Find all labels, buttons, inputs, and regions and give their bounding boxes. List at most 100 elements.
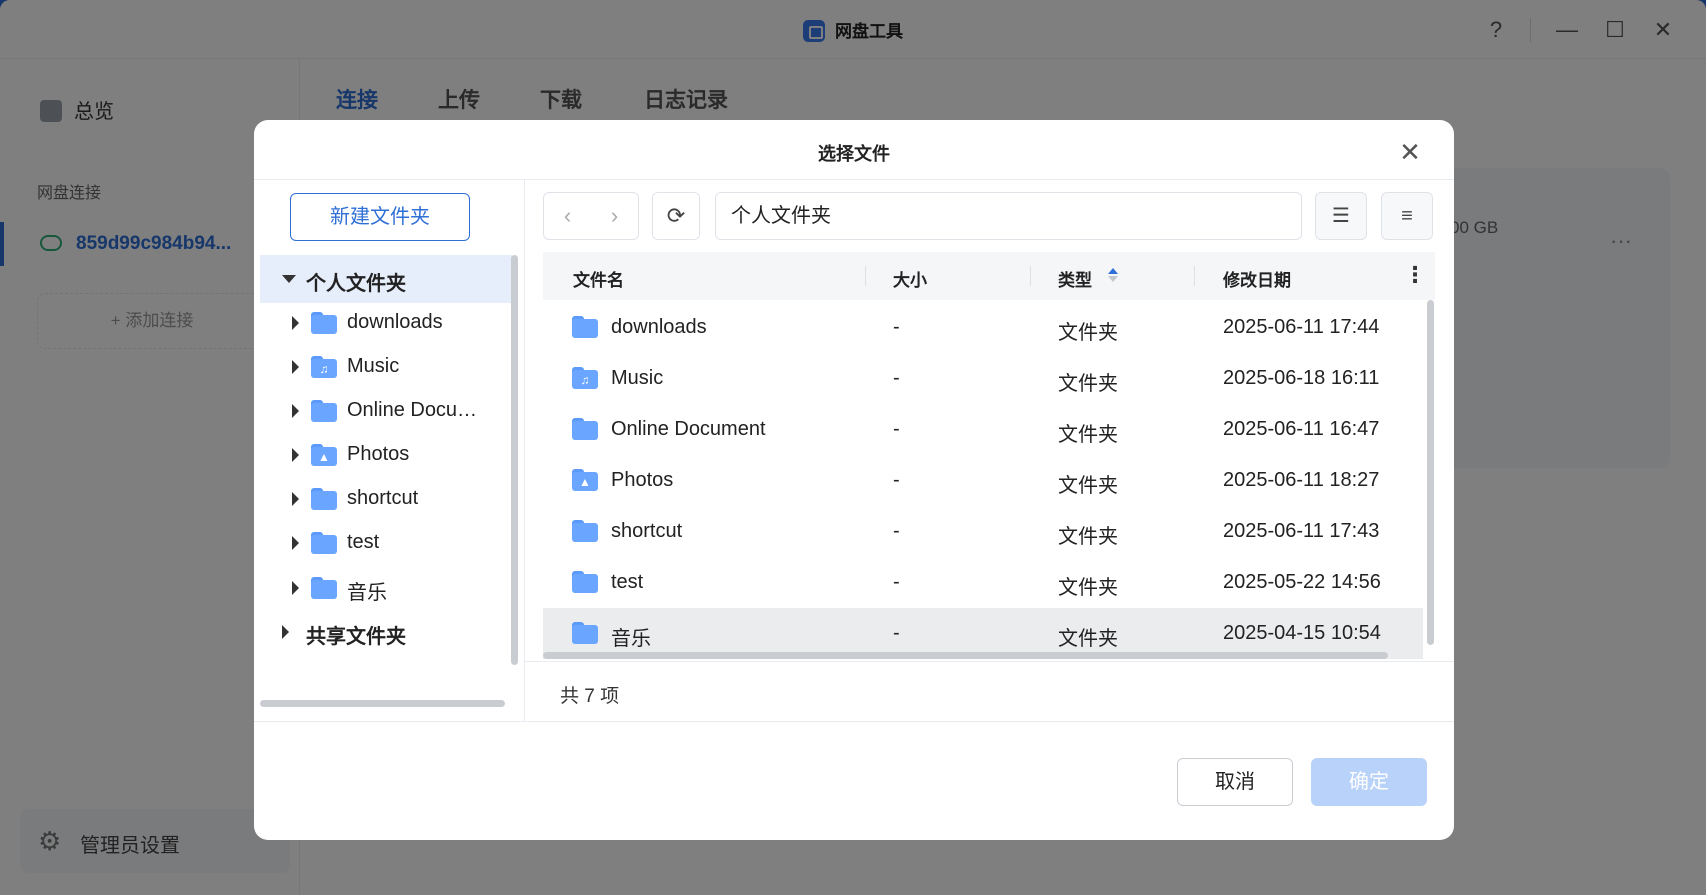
file-type: 文件夹 (1058, 526, 1118, 548)
music-folder-icon: ♫ (311, 356, 337, 378)
file-type: 文件夹 (1058, 577, 1118, 599)
file-size: - (893, 622, 900, 644)
tree-item-label: 共享文件夹 (306, 626, 406, 648)
folder-icon (311, 488, 337, 510)
chevron-right-icon[interactable] (292, 581, 299, 595)
tree-item-label: downloads (347, 311, 443, 333)
file-name: downloads (611, 316, 707, 338)
file-modified: 2025-04-15 10:54 (1223, 622, 1381, 644)
file-name: 音乐 (611, 628, 651, 650)
column-divider[interactable] (865, 266, 866, 286)
refresh-button[interactable]: ⟳ (652, 192, 700, 240)
back-button[interactable]: ‹ (544, 193, 591, 239)
tree-horizontal-scrollbar[interactable] (260, 700, 505, 707)
column-type[interactable]: 类型 (1058, 266, 1092, 291)
file-modified: 2025-06-11 17:44 (1223, 316, 1380, 338)
file-type: 文件夹 (1058, 373, 1118, 395)
table-row[interactable]: shortcut - 文件夹 2025-06-11 17:43 (543, 506, 1423, 557)
file-modified: 2025-06-11 18:27 (1223, 469, 1380, 491)
tree-item-music-cn[interactable]: 音乐 (260, 564, 512, 612)
column-divider[interactable] (1030, 266, 1031, 286)
chevron-right-icon[interactable] (292, 316, 299, 330)
dialog-title: 选择文件 (818, 144, 890, 164)
file-modified: 2025-06-11 16:47 (1223, 418, 1380, 440)
divider (254, 721, 1454, 722)
close-dialog-button[interactable]: ✕ (1394, 137, 1426, 169)
column-divider[interactable] (1194, 266, 1195, 286)
tree-vertical-scrollbar[interactable] (511, 255, 518, 665)
list-horizontal-scrollbar[interactable] (543, 652, 1388, 659)
folder-icon (572, 622, 598, 644)
folder-icon (311, 400, 337, 422)
tree-item-shortcut[interactable]: shortcut (260, 475, 512, 523)
tree-item-label: 音乐 (347, 582, 387, 604)
tree-item-label: shortcut (347, 487, 419, 509)
history-nav: ‹ › (543, 192, 639, 240)
file-size: - (893, 520, 900, 542)
chevron-right-icon[interactable] (292, 404, 299, 418)
tree-item-test[interactable]: test (260, 519, 512, 567)
column-size[interactable]: 大小 (893, 266, 927, 291)
select-file-dialog: 选择文件 ✕ 新建文件夹 个人文件夹 downloads ♫ Music Onl… (254, 120, 1454, 840)
chevron-right-icon[interactable] (282, 625, 289, 639)
chevron-down-icon[interactable] (282, 275, 296, 283)
folder-icon (572, 316, 598, 338)
new-folder-button[interactable]: 新建文件夹 (290, 193, 470, 241)
music-folder-icon: ♫ (572, 367, 598, 389)
file-size: - (893, 469, 900, 491)
folder-icon (311, 577, 337, 599)
cancel-button[interactable]: 取消 (1177, 758, 1293, 806)
tree-item-label: Online Docu… (347, 399, 478, 421)
file-size: - (893, 367, 900, 389)
file-size: - (893, 316, 900, 338)
status-bar: 共 7 项 (525, 661, 1454, 721)
list-view-button[interactable]: ☰ (1315, 192, 1367, 240)
column-name[interactable]: 文件名 (573, 266, 624, 291)
file-name: Photos (611, 469, 674, 491)
chevron-right-icon[interactable] (292, 448, 299, 462)
file-name: shortcut (611, 520, 683, 542)
forward-button[interactable]: › (591, 193, 638, 239)
table-row[interactable]: downloads - 文件夹 2025-06-11 17:44 (543, 302, 1423, 353)
file-modified: 2025-05-22 14:56 (1223, 571, 1381, 593)
list-vertical-scrollbar[interactable] (1427, 300, 1434, 645)
tree-item-personal[interactable]: 个人文件夹 (260, 255, 512, 303)
tree-item-online-document[interactable]: Online Docu… (260, 387, 512, 435)
table-header: 文件名 大小 类型 修改日期 ⋮ (543, 252, 1435, 300)
path-field[interactable]: 个人文件夹 (715, 192, 1302, 240)
sort-button[interactable]: ≡ (1381, 192, 1433, 240)
file-type: 文件夹 (1058, 424, 1118, 446)
chevron-right-icon[interactable] (292, 360, 299, 374)
folder-icon (572, 418, 598, 440)
tree-item-label: 个人文件夹 (306, 273, 406, 295)
table-row[interactable]: ♫ Music - 文件夹 2025-06-18 16:11 (543, 353, 1423, 404)
tree-item-photos[interactable]: ▲ Photos (260, 431, 512, 479)
file-name: Online Document (611, 418, 766, 440)
file-modified: 2025-06-11 17:43 (1223, 520, 1380, 542)
folder-tree-pane: 新建文件夹 个人文件夹 downloads ♫ Music Online Doc… (254, 180, 525, 721)
table-row[interactable]: ▲ Photos - 文件夹 2025-06-11 18:27 (543, 455, 1423, 506)
file-name: Music (611, 367, 664, 389)
sort-ascending-icon[interactable] (1107, 266, 1119, 284)
confirm-button[interactable]: 确定 (1311, 758, 1427, 806)
folder-icon (572, 571, 598, 593)
chevron-right-icon[interactable] (292, 536, 299, 550)
table-row[interactable]: Online Document - 文件夹 2025-06-11 16:47 (543, 404, 1423, 455)
tree-item-music[interactable]: ♫ Music (260, 343, 512, 391)
table-row[interactable]: test - 文件夹 2025-05-22 14:56 (543, 557, 1423, 608)
tree-item-label: Music (347, 355, 400, 377)
chevron-right-icon[interactable] (292, 492, 299, 506)
column-modified[interactable]: 修改日期 (1223, 266, 1291, 291)
photos-folder-icon: ▲ (311, 444, 337, 466)
folder-icon (311, 312, 337, 334)
file-type: 文件夹 (1058, 322, 1118, 344)
tree-item-label: Photos (347, 443, 410, 465)
tree-item-downloads[interactable]: downloads (260, 299, 512, 347)
file-name: test (611, 571, 644, 593)
folder-icon (311, 532, 337, 554)
file-size: - (893, 571, 900, 593)
file-modified: 2025-06-18 16:11 (1223, 367, 1380, 389)
photos-folder-icon: ▲ (572, 469, 598, 491)
tree-item-shared[interactable]: 共享文件夹 (260, 608, 512, 656)
column-menu-icon[interactable]: ⋮ (1404, 262, 1426, 290)
